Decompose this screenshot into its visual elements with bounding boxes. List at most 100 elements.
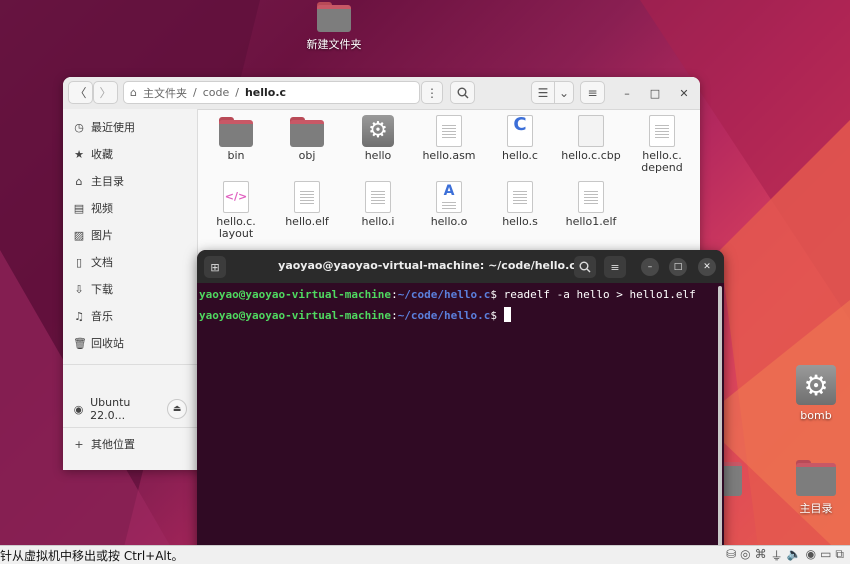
- breadcrumb-code[interactable]: code: [203, 86, 230, 99]
- terminal-minimize-button[interactable]: –: [641, 258, 659, 276]
- sidebar-item-other-locations[interactable]: + 其他位置: [73, 434, 193, 454]
- file-item[interactable]: hello.c. depend: [627, 115, 697, 174]
- text-file-icon: [365, 181, 391, 213]
- text-file-icon: [578, 181, 604, 213]
- forward-button[interactable]: 〉: [93, 81, 118, 104]
- text-file-icon: [507, 181, 533, 213]
- new-tab-button[interactable]: ⊞: [204, 256, 226, 278]
- minimize-icon: –: [647, 262, 653, 272]
- file-name: hello1.elf: [565, 215, 617, 228]
- sidebar-item-label: 最近使用: [91, 121, 135, 134]
- clock-icon: ◷: [74, 120, 84, 134]
- sound-icon[interactable]: 🔈: [787, 547, 802, 564]
- maximize-icon: □: [673, 262, 683, 272]
- main-menu-button[interactable]: ≡: [580, 81, 605, 104]
- trash-icon: 🗑: [73, 336, 87, 350]
- sidebar-item-downloads[interactable]: ⇩ 下载: [73, 279, 193, 299]
- eject-icon: ⏏: [172, 404, 182, 414]
- file-name: hello.i: [361, 215, 395, 228]
- maximize-button[interactable]: □: [646, 84, 664, 102]
- sidebar-item-label: 收藏: [91, 148, 113, 161]
- breadcrumb-current[interactable]: hello.c: [245, 86, 286, 99]
- gear-icon: ⚙: [362, 115, 394, 147]
- terminal-maximize-button[interactable]: □: [669, 258, 687, 276]
- text-file-icon: [436, 115, 462, 147]
- view-options-button[interactable]: ⌄: [554, 81, 574, 104]
- eject-button[interactable]: ⏏: [167, 399, 187, 419]
- sidebar-item-label: 图片: [91, 229, 113, 242]
- breadcrumb-home[interactable]: 主文件夹: [143, 85, 187, 101]
- file-item[interactable]: hello.c.cbp: [556, 115, 626, 162]
- sidebar-item-music[interactable]: ♫ 音乐: [73, 306, 193, 326]
- file-item[interactable]: hello.i: [343, 181, 413, 228]
- terminal-close-button[interactable]: ✕: [698, 258, 716, 276]
- desktop-home[interactable]: 主目录: [786, 460, 846, 516]
- search-button[interactable]: [450, 81, 475, 104]
- desktop-bomb[interactable]: ⚙ bomb: [786, 365, 846, 422]
- terminal-menu-button[interactable]: ≡: [604, 256, 626, 278]
- hdd-icon[interactable]: ⛁: [726, 547, 736, 564]
- sidebar-item-starred[interactable]: ★ 收藏: [73, 144, 193, 164]
- terminal-search-button[interactable]: [574, 256, 596, 278]
- close-button[interactable]: ✕: [675, 84, 693, 102]
- file-item[interactable]: hello1.elf: [556, 181, 626, 228]
- network-icon[interactable]: ⌘: [755, 547, 767, 564]
- minimize-button[interactable]: –: [618, 84, 636, 102]
- file-item[interactable]: hello.elf: [272, 181, 342, 228]
- file-item[interactable]: hello.s: [485, 181, 555, 228]
- document-icon: ▯: [75, 255, 83, 269]
- cd-icon[interactable]: ◎: [740, 547, 750, 564]
- object-file-icon: A: [436, 181, 462, 213]
- sidebar: ◷ 最近使用 ★ 收藏 ⌂ 主目录 ▤ 视频 ▨ 图片 ▯ 文档 ⇩ 下载 ♫ 音乐 🗑 回收站 …: [63, 109, 198, 470]
- sidebar-item-trash[interactable]: 🗑 回收站: [73, 333, 193, 353]
- file-name: hello.o: [430, 215, 468, 228]
- file-name: hello.c. layout: [216, 215, 256, 240]
- sidebar-item-videos[interactable]: ▤ 视频: [73, 198, 193, 218]
- sidebar-item-label: 其他位置: [91, 438, 135, 451]
- hamburger-icon: ≡: [610, 260, 620, 274]
- terminal-line: yaoyao@yaoyao-virtual-machine:~/code/hel…: [199, 307, 696, 326]
- file-item[interactable]: ⚙ hello: [343, 115, 413, 162]
- file-manager-header: 〈 〉 ⌂ 主文件夹 / code / hello.c ⋮ ☰ ⌄ ≡ – □ …: [63, 77, 700, 110]
- file-item[interactable]: C hello.c: [485, 115, 555, 162]
- status-icons: ⛁ ◎ ⌘ ⏚ 🔈 ◉ ▭ ⧉: [726, 547, 844, 564]
- record-icon[interactable]: ◉: [806, 547, 816, 564]
- text-file-icon: [294, 181, 320, 213]
- sidebar-item-label: 下载: [91, 283, 113, 296]
- fullscreen-icon[interactable]: ⧉: [835, 547, 844, 564]
- back-button[interactable]: 〈: [68, 81, 93, 104]
- desktop-new-folder[interactable]: 新建文件夹: [304, 0, 364, 52]
- xml-file-icon: </>: [223, 181, 249, 213]
- path-menu-button[interactable]: ⋮: [421, 81, 443, 104]
- sidebar-item-pictures[interactable]: ▨ 图片: [73, 225, 193, 245]
- sidebar-item-documents[interactable]: ▯ 文档: [73, 252, 193, 272]
- sidebar-divider: [63, 427, 197, 428]
- new-tab-icon: ⊞: [210, 260, 220, 274]
- home-icon: ⌂: [75, 174, 83, 188]
- home-icon: ⌂: [130, 86, 137, 99]
- sidebar-item-label: 主目录: [91, 175, 124, 188]
- sidebar-item-recent[interactable]: ◷ 最近使用: [73, 117, 193, 137]
- list-view-button[interactable]: ☰: [531, 81, 555, 104]
- sidebar-item-ubuntu-disc[interactable]: ◉ Ubuntu 22.0...: [73, 396, 163, 422]
- close-icon: ✕: [679, 86, 689, 100]
- file-name: obj: [298, 149, 316, 162]
- status-message: 针从虚拟机中移出或按 Ctrl+Alt。: [0, 548, 184, 563]
- search-icon: [457, 87, 468, 98]
- file-item[interactable]: </> hello.c. layout: [201, 181, 271, 240]
- terminal-output[interactable]: yaoyao@yaoyao-virtual-machine:~/code/hel…: [199, 288, 696, 326]
- chevron-left-icon: 〈: [74, 86, 87, 100]
- file-item[interactable]: obj: [272, 117, 342, 162]
- terminal-window[interactable]: ⊞ yaoyao@yaoyao-virtual-machine: ~/code/…: [197, 250, 724, 563]
- home-folder-icon: [796, 460, 836, 496]
- sidebar-item-home[interactable]: ⌂ 主目录: [73, 171, 193, 191]
- display-icon[interactable]: ▭: [820, 547, 831, 564]
- hamburger-icon: ≡: [587, 85, 598, 100]
- file-item[interactable]: A hello.o: [414, 181, 484, 228]
- sidebar-item-label: 音乐: [91, 310, 113, 323]
- usb-icon[interactable]: ⏚: [771, 547, 783, 564]
- scrollbar[interactable]: [718, 286, 722, 558]
- vm-status-bar: 针从虚拟机中移出或按 Ctrl+Alt。 ⛁ ◎ ⌘ ⏚ 🔈 ◉ ▭ ⧉: [0, 545, 850, 564]
- file-item[interactable]: bin: [201, 117, 271, 162]
- file-item[interactable]: hello.asm: [414, 115, 484, 162]
